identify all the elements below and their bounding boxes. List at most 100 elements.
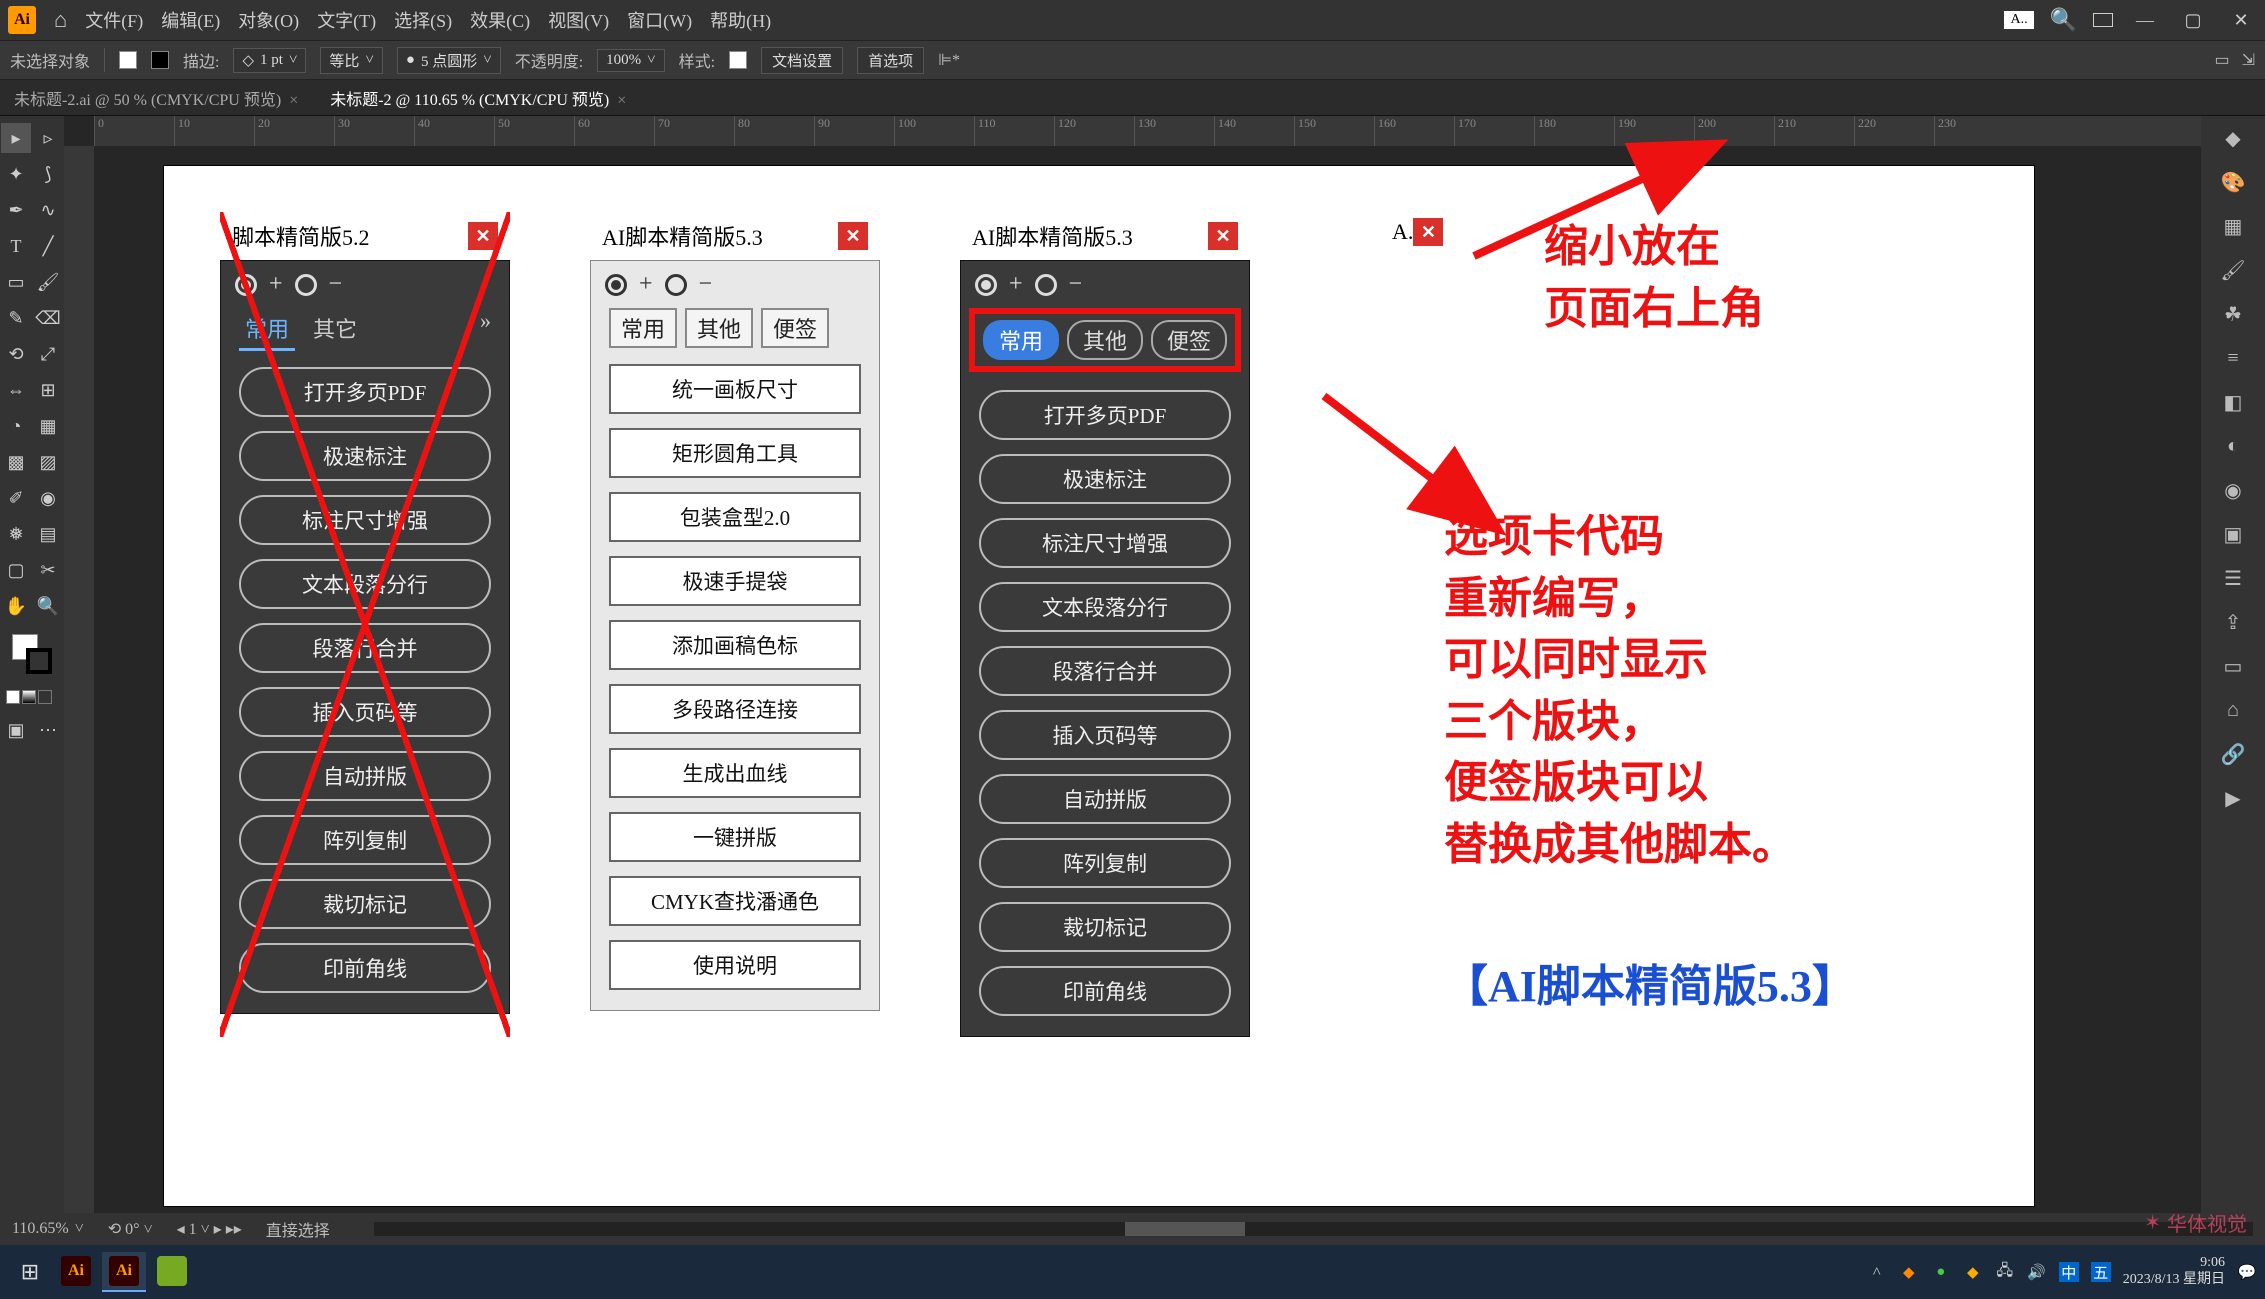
shaper-tool[interactable]: ✎ [1, 303, 31, 333]
magic-wand-tool[interactable]: ✦ [1, 159, 31, 189]
selection-tool[interactable]: ▸ [1, 123, 31, 153]
graphic-styles-panel-icon[interactable]: ▣ [2217, 518, 2249, 550]
doc-tab-2[interactable]: 未标题-2 @ 110.65 % (CMYK/CPU 预览)× [326, 80, 630, 116]
taskbar-app-ai-1[interactable]: Ai [54, 1252, 98, 1292]
close-icon[interactable]: × [617, 92, 626, 109]
curvature-tool[interactable]: ∿ [33, 195, 63, 225]
panel-a-btn[interactable]: 插入页码等 [239, 687, 491, 737]
layers-panel-icon[interactable]: ☰ [2217, 562, 2249, 594]
panel-toggle-icon[interactable]: ▭ [2214, 50, 2229, 70]
tray-lang-badge[interactable]: 五 [2091, 1262, 2111, 1282]
radio-off-icon[interactable] [665, 274, 687, 296]
tray-ime-badge[interactable]: 中 [2059, 1262, 2079, 1282]
graph-tool[interactable]: ▤ [33, 519, 63, 549]
rotate-view[interactable]: ⟲ 0° ˅ [108, 1219, 153, 1239]
radio-off-icon[interactable] [295, 274, 317, 296]
hand-tool[interactable]: ✋ [1, 591, 31, 621]
tray-shield-icon[interactable]: ◆ [1899, 1262, 1919, 1282]
panel-a-btn[interactable]: 裁切标记 [239, 879, 491, 929]
menu-view[interactable]: 视图(V) [548, 7, 609, 33]
panel-b-btn[interactable]: CMYK查找潘通色 [609, 876, 861, 926]
panel-b-btn[interactable]: 统一画板尺寸 [609, 364, 861, 414]
panel-a-btn[interactable]: 打开多页PDF [239, 367, 491, 417]
panel-b-tab-2[interactable]: 其他 [685, 308, 753, 348]
panel-b-btn[interactable]: 生成出血线 [609, 748, 861, 798]
plus-icon[interactable]: + [639, 271, 653, 298]
panel-a-btn[interactable]: 阵列复制 [239, 815, 491, 865]
slice-tool[interactable]: ✂ [33, 555, 63, 585]
workspace-icon[interactable] [2093, 13, 2113, 27]
lasso-tool[interactable]: ⟆ [33, 159, 63, 189]
search-icon[interactable]: 🔍 [2050, 7, 2077, 33]
canvas[interactable]: 0102030405060708090100110120130140150160… [64, 116, 2201, 1213]
actions-panel-icon[interactable]: ▶ [2217, 782, 2249, 814]
panel-a-btn[interactable]: 标注尺寸增强 [239, 495, 491, 545]
panel-a-btn[interactable]: 极速标注 [239, 431, 491, 481]
panel-c-btn[interactable]: 裁切标记 [979, 902, 1231, 952]
panel-a-tab-2[interactable]: 其它 [307, 308, 363, 351]
scale-mode-combo[interactable]: 等比 ˅ [320, 47, 382, 74]
gradient-panel-icon[interactable]: ◧ [2217, 386, 2249, 418]
plus-icon[interactable]: + [269, 271, 283, 298]
panel-c-btn[interactable]: 打开多页PDF [979, 390, 1231, 440]
gradient-tool[interactable]: ▨ [33, 447, 63, 477]
corner-combo[interactable]: ● 5 点圆形 ˅ [397, 47, 501, 74]
menu-type[interactable]: 文字(T) [317, 7, 376, 33]
radio-on-icon[interactable] [975, 274, 997, 296]
blend-tool[interactable]: ◉ [33, 483, 63, 513]
panel-a-tab-1[interactable]: 常用 [239, 308, 295, 351]
edit-toolbar-icon[interactable]: ⋯ [33, 715, 63, 745]
menu-object[interactable]: 对象(O) [238, 7, 299, 33]
scrollbar-h[interactable] [374, 1222, 2253, 1236]
doc-tab-1[interactable]: 未标题-2.ai @ 50 % (CMYK/CPU 预览)× [10, 80, 302, 116]
eyedropper-tool[interactable]: ✐ [1, 483, 31, 513]
start-button[interactable]: ⊞ [8, 1252, 52, 1292]
color-mode-swatch[interactable] [6, 690, 20, 704]
scale-tool[interactable]: ⤢ [33, 339, 63, 369]
panel-b-btn[interactable]: 极速手提袋 [609, 556, 861, 606]
opacity-combo[interactable]: 100% ˅ [597, 49, 664, 72]
menu-select[interactable]: 选择(S) [394, 7, 452, 33]
panel-c-btn[interactable]: 插入页码等 [979, 710, 1231, 760]
libraries-panel-icon[interactable]: ⌂ [2217, 694, 2249, 726]
zoom-combo[interactable]: 110.65% ˅ [12, 1220, 84, 1238]
shape-builder-tool[interactable]: ◔ [1, 411, 31, 441]
none-mode-swatch[interactable] [38, 690, 52, 704]
minus-icon[interactable]: − [1069, 271, 1083, 298]
panel-a-btn[interactable]: 文本段落分行 [239, 559, 491, 609]
menu-window[interactable]: 窗口(W) [627, 7, 692, 33]
stroke-panel-icon[interactable]: ≡ [2217, 342, 2249, 374]
fill-swatch[interactable] [119, 51, 137, 69]
panel-a-close-button[interactable]: ✕ [468, 222, 498, 250]
panel-b-btn[interactable]: 一键拼版 [609, 812, 861, 862]
panel-c-tab-3[interactable]: 便签 [1151, 320, 1227, 360]
line-tool[interactable]: ╱ [33, 231, 63, 261]
symbols-panel-icon[interactable]: ☘ [2217, 298, 2249, 330]
minimize-button[interactable]: — [2129, 10, 2161, 30]
rotate-tool[interactable]: ⟲ [1, 339, 31, 369]
panel-b-tab-1[interactable]: 常用 [609, 308, 677, 348]
tray-up-icon[interactable]: ˄ [1867, 1262, 1887, 1282]
panel-c-btn[interactable]: 印前角线 [979, 966, 1231, 1016]
panel-c-tab-2[interactable]: 其他 [1067, 320, 1143, 360]
close-button[interactable]: ✕ [2225, 10, 2257, 30]
doc-setup-button[interactable]: 文档设置 [761, 47, 843, 74]
menu-help[interactable]: 帮助(H) [710, 7, 771, 33]
tray-app-icon[interactable]: ● [1931, 1262, 1951, 1282]
plus-icon[interactable]: + [1009, 271, 1023, 298]
symbol-sprayer-tool[interactable]: ❅ [1, 519, 31, 549]
fill-stroke-control[interactable] [12, 634, 52, 674]
menu-edit[interactable]: 编辑(E) [161, 7, 220, 33]
gradient-mode-swatch[interactable] [22, 690, 36, 704]
panel-b-btn[interactable]: 使用说明 [609, 940, 861, 990]
restore-button[interactable]: ▢ [2177, 10, 2209, 30]
minus-icon[interactable]: − [329, 271, 343, 298]
panel-b-btn[interactable]: 多段路径连接 [609, 684, 861, 734]
chevron-right-icon[interactable]: » [480, 308, 491, 351]
artboard-tool[interactable]: ▢ [1, 555, 31, 585]
taskbar-app-ai-2[interactable]: Ai [102, 1252, 146, 1292]
panel-c-btn[interactable]: 极速标注 [979, 454, 1231, 504]
tray-app-icon-2[interactable]: ◆ [1963, 1262, 1983, 1282]
width-tool[interactable]: ⇔ [1, 375, 31, 405]
tray-network-icon[interactable]: 🖧 [1995, 1262, 2015, 1282]
